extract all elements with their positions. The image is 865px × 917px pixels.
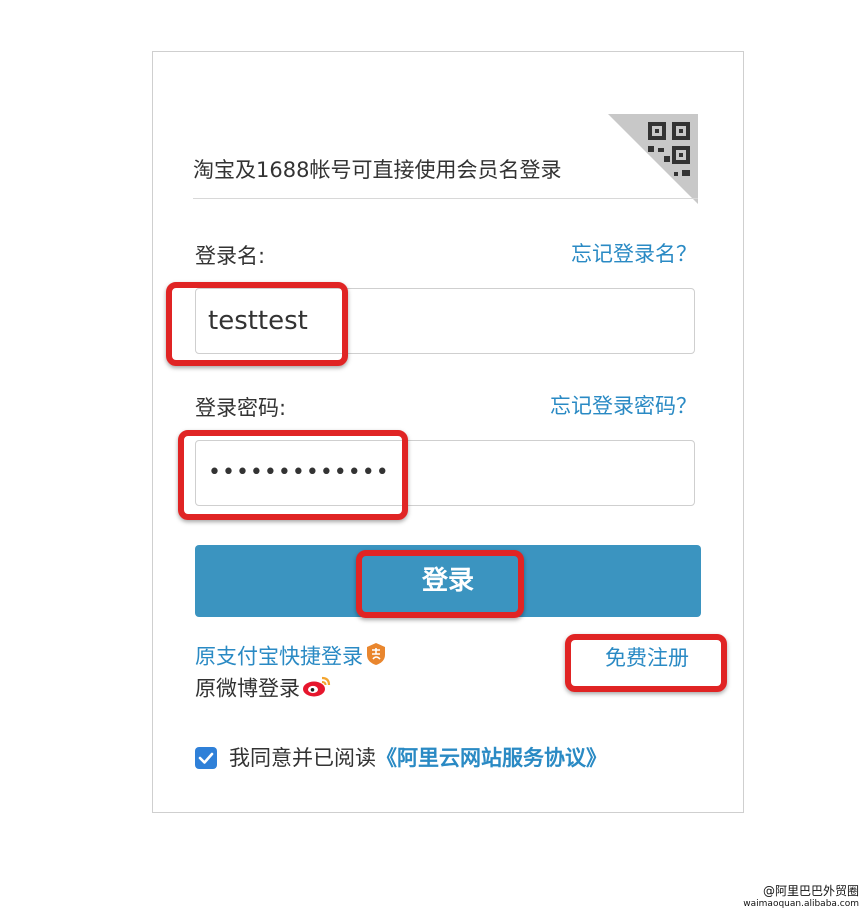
login-tip: 淘宝及1688帐号可直接使用会员名登录 — [193, 158, 562, 182]
checkmark-icon — [198, 752, 214, 764]
password-label: 登录密码: — [195, 396, 287, 420]
agree-checkbox[interactable] — [195, 747, 217, 769]
highlight-password — [178, 430, 408, 520]
highlight-username — [166, 282, 348, 366]
agreement-text: 我同意并已阅读《阿里云网站服务协议》 — [229, 744, 607, 772]
alipay-icon — [365, 642, 387, 673]
watermark-line1: @阿里巴巴外贸圈 — [762, 884, 859, 898]
service-agreement-link[interactable]: 《阿里云网站服务协议》 — [376, 746, 607, 770]
weibo-icon — [302, 674, 332, 705]
divider — [193, 198, 698, 199]
watermark: @阿里巴巴外贸圈 waimaoquan.alibaba.com — [743, 884, 859, 910]
alipay-login-label: 原支付宝快捷登录 — [195, 644, 363, 669]
weibo-login-label: 原微博登录 — [195, 676, 300, 701]
forgot-username-link[interactable]: 忘记登录名？ — [453, 240, 697, 268]
username-label: 登录名: — [195, 244, 266, 268]
forgot-password-link[interactable]: 忘记登录密码？ — [453, 392, 697, 420]
watermark-line2: waimaoquan.alibaba.com — [743, 899, 859, 909]
highlight-register — [565, 634, 727, 692]
alipay-login-link[interactable]: 原支付宝快捷登录 — [195, 642, 387, 673]
agreement-prefix: 我同意并已阅读 — [229, 746, 376, 770]
highlight-login-button — [356, 550, 524, 618]
weibo-login-link[interactable]: 原微博登录 — [195, 674, 332, 705]
